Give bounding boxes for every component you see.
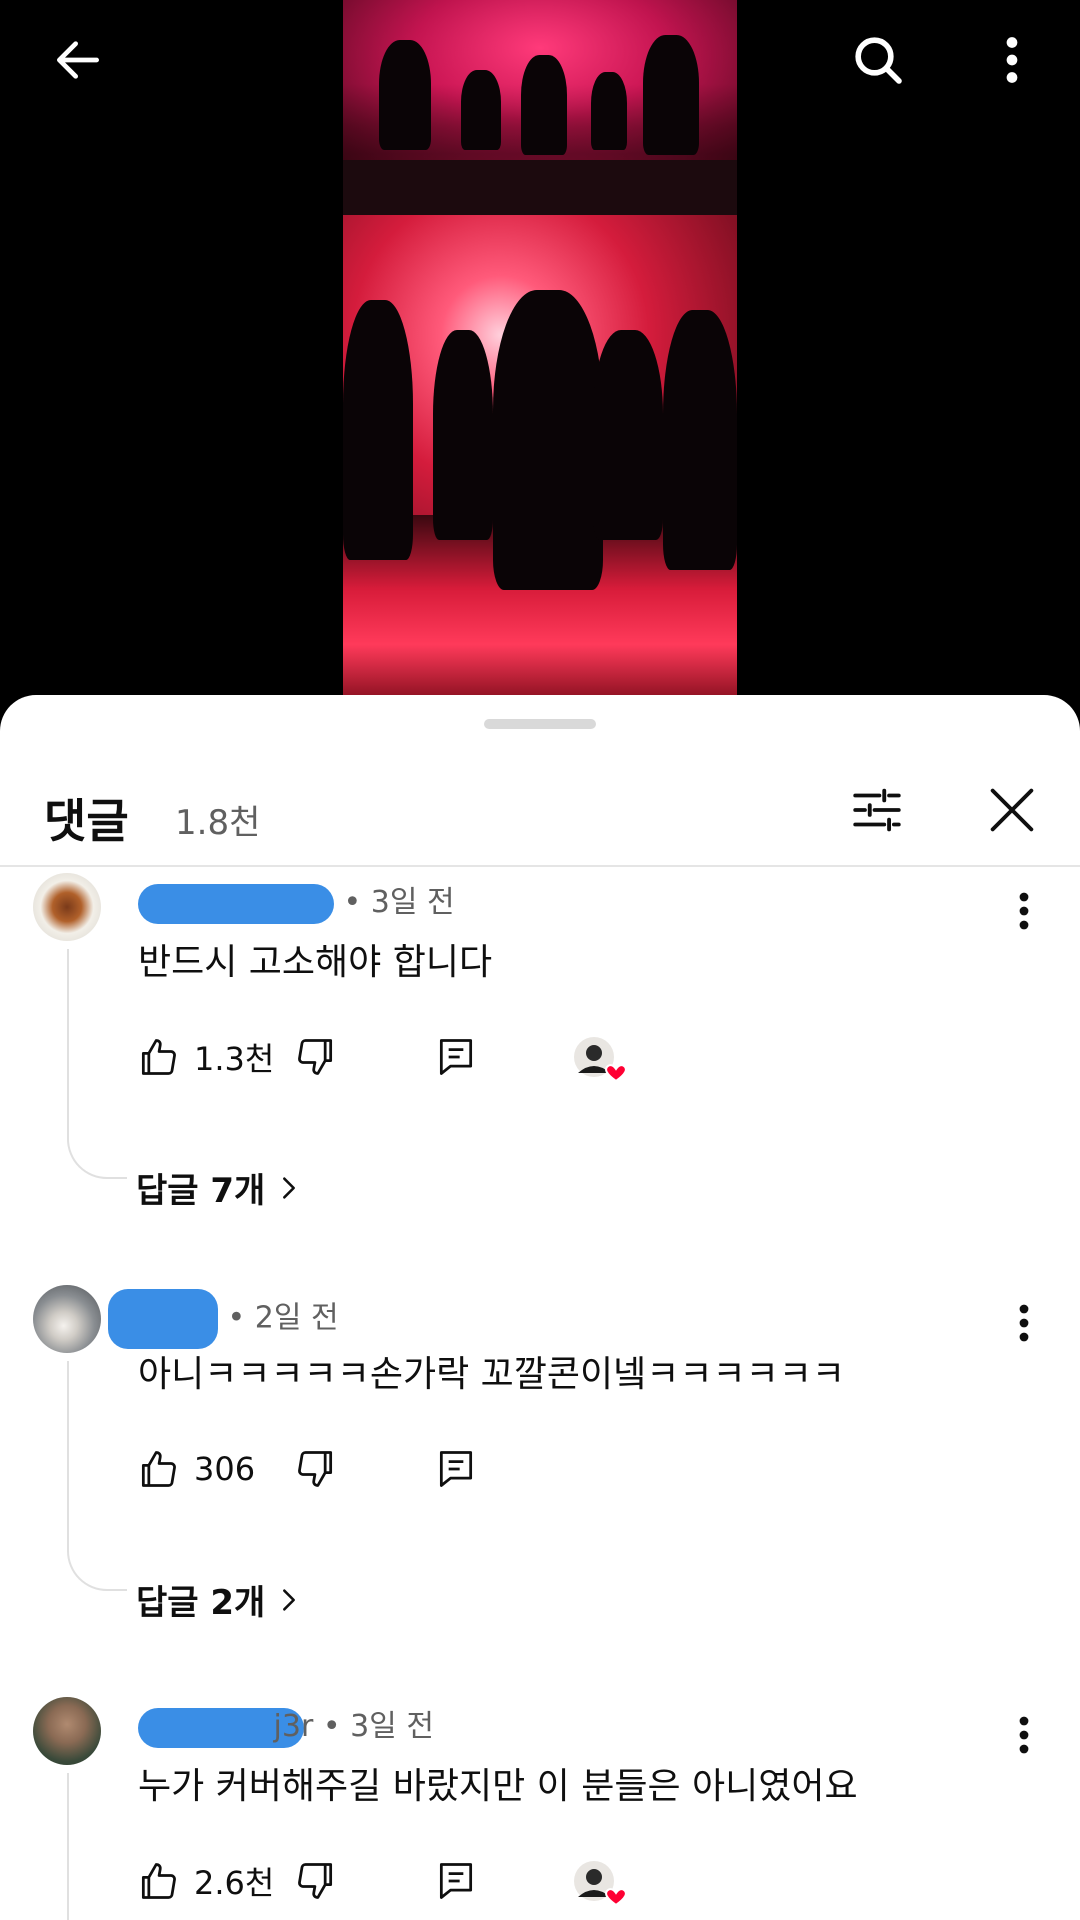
video-player[interactable] [0, 0, 1080, 700]
more-vert-icon [1006, 37, 1018, 83]
comment-item: • 2일 전 아니ㅋㅋㅋㅋㅋ손가락 꼬깔콘이넼ㅋㅋㅋㅋㅋㅋ 306 답글 2개 [0, 1285, 1080, 1685]
reply-button[interactable] [434, 1853, 478, 1909]
replies-label: 답글 7개 [136, 1171, 266, 1211]
more-vert-icon [1019, 892, 1029, 930]
dislike-button[interactable] [294, 1441, 338, 1497]
thumbs-up-icon [141, 1039, 176, 1075]
like-button[interactable]: 1.3천 [136, 1029, 274, 1085]
thread-line [67, 1361, 127, 1591]
thumbs-down-icon [298, 1039, 333, 1075]
comment-reply-icon [439, 1863, 473, 1899]
dancer-silhouette [461, 70, 501, 150]
comment-text: 반드시 고소해야 합니다 [138, 942, 493, 983]
comments-header: 댓글 1.8천 [0, 755, 1080, 865]
comment-actions: 1.3천 [136, 1029, 936, 1085]
comment-meta: j3r • 3일 전 [138, 1701, 434, 1748]
chevron-right-icon [283, 1588, 296, 1611]
dancer-silhouette [593, 330, 663, 540]
thumbs-up-icon [141, 1451, 176, 1487]
creator-heart-icon [574, 1861, 627, 1907]
back-button[interactable] [46, 28, 110, 92]
like-count: 306 [194, 1450, 256, 1488]
comment-reply-icon [439, 1451, 473, 1487]
redacted-handle[interactable] [108, 1289, 218, 1349]
dancer-silhouette [591, 72, 627, 150]
search-icon [855, 37, 902, 84]
close-icon [990, 788, 1034, 832]
drag-handle[interactable] [484, 719, 596, 729]
comments-count: 1.8천 [175, 803, 261, 843]
arrow-left-icon [57, 41, 99, 79]
comment-item: j3r • 3일 전 누가 커버해주길 바랐지만 이 분들은 아니였어요 2.6… [0, 1697, 1080, 1920]
more-vert-icon [1019, 1304, 1029, 1342]
sliders-icon [853, 788, 901, 832]
thread-line [67, 1773, 127, 1920]
comment-actions: 2.6천 [136, 1853, 936, 1909]
thread-line [67, 949, 127, 1179]
comment-more-button[interactable] [1012, 891, 1036, 931]
close-button[interactable] [977, 775, 1047, 845]
comment-more-button[interactable] [1012, 1303, 1036, 1343]
dancer-silhouette [343, 300, 413, 560]
dancer-silhouette [379, 40, 431, 150]
comment-time: • 3일 전 [322, 1709, 434, 1744]
dancer-silhouette [663, 310, 737, 570]
thumbs-up-icon [141, 1863, 176, 1899]
view-replies-button[interactable]: 답글 2개 [136, 1575, 303, 1624]
avatar[interactable] [33, 1285, 101, 1353]
header-divider [0, 865, 1080, 867]
like-count: 2.6천 [194, 1864, 275, 1902]
comment-actions: 306 [136, 1441, 936, 1497]
dancer-silhouette [521, 55, 567, 155]
chevron-right-icon [283, 1176, 296, 1199]
stage-truss [343, 160, 737, 215]
comment-meta: • 2일 전 [108, 1289, 339, 1349]
comment-item: • 3일 전 반드시 고소해야 합니다 1.3천 답글 7개 [0, 873, 1080, 1273]
comment-text: 누가 커버해주길 바랐지만 이 분들은 아니였어요 [138, 1766, 858, 1807]
comment-time: • 3일 전 [343, 885, 455, 920]
dancer-silhouette [643, 35, 699, 155]
filter-button[interactable] [842, 775, 912, 845]
search-button[interactable] [846, 28, 910, 92]
video-frame[interactable] [343, 0, 737, 700]
like-button[interactable]: 2.6천 [136, 1853, 274, 1909]
more-vert-icon [1019, 1716, 1029, 1754]
like-count: 1.3천 [194, 1040, 275, 1078]
thumbs-down-icon [298, 1863, 333, 1899]
reply-button[interactable] [434, 1441, 478, 1497]
comment-time: • 2일 전 [227, 1300, 339, 1336]
comment-reply-icon [439, 1039, 473, 1075]
view-replies-button[interactable]: 답글 7개 [136, 1163, 303, 1212]
replies-label: 답글 2개 [136, 1583, 266, 1623]
comments-sheet: 댓글 1.8천 • 3일 전 반드시 고소해야 합니다 1.3천 답글 7개 •… [0, 695, 1080, 1920]
redacted-handle[interactable] [138, 883, 334, 924]
comment-more-button[interactable] [1012, 1715, 1036, 1755]
avatar[interactable] [33, 873, 101, 941]
comment-meta: • 3일 전 [138, 877, 455, 924]
reply-button[interactable] [434, 1029, 478, 1085]
thumbs-down-icon [298, 1451, 333, 1487]
creator-heart-badge [572, 1031, 628, 1087]
creator-heart-badge [572, 1855, 628, 1911]
comment-text: 아니ㅋㅋㅋㅋㅋ손가락 꼬깔콘이넼ㅋㅋㅋㅋㅋㅋ [138, 1354, 845, 1395]
like-button[interactable]: 306 [136, 1441, 255, 1497]
dancer-silhouette [493, 290, 603, 590]
dislike-button[interactable] [294, 1853, 338, 1909]
comment-handle: j3r [273, 1709, 314, 1744]
dancer-silhouette [433, 330, 493, 540]
comments-title: 댓글 [44, 794, 129, 848]
avatar[interactable] [33, 1697, 101, 1765]
creator-heart-icon [574, 1037, 627, 1083]
dislike-button[interactable] [294, 1029, 338, 1085]
more-options-button[interactable] [980, 28, 1044, 92]
